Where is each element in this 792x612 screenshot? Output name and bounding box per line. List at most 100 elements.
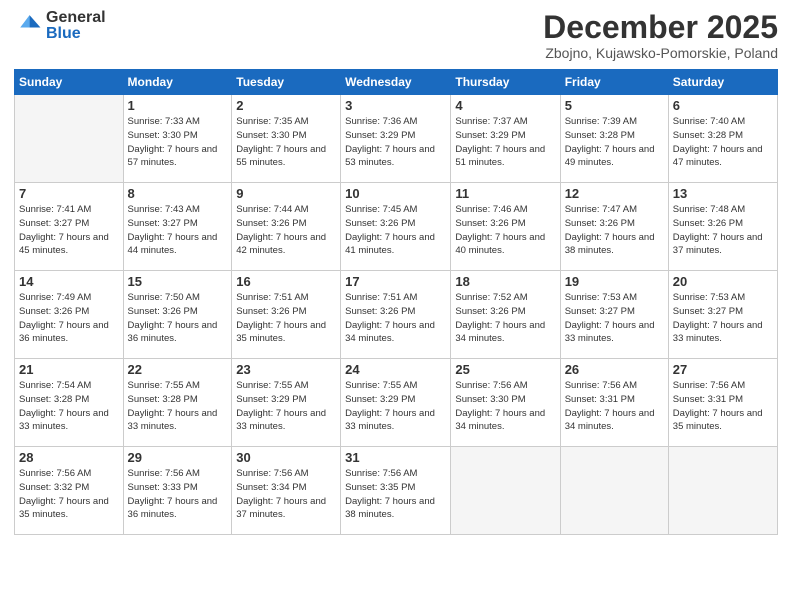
cell-week2-day6: 13Sunrise: 7:48 AM Sunset: 3:26 PM Dayli…	[668, 183, 777, 271]
day-number-8: 8	[128, 186, 228, 201]
day-detail-29: Sunrise: 7:56 AM Sunset: 3:33 PM Dayligh…	[128, 467, 228, 522]
day-number-5: 5	[565, 98, 664, 113]
cell-week1-day4: 4 Sunrise: 7:37 AM Sunset: 3:29 PM Daylig…	[451, 95, 560, 183]
col-friday: Friday	[560, 70, 668, 95]
cell-week5-day2: 30Sunrise: 7:56 AM Sunset: 3:34 PM Dayli…	[232, 447, 341, 535]
day-detail-6: Sunrise: 7:40 AM Sunset: 3:28 PM Dayligh…	[673, 115, 773, 170]
day-detail-30: Sunrise: 7:56 AM Sunset: 3:34 PM Dayligh…	[236, 467, 336, 522]
day-number-6: 6	[673, 98, 773, 113]
day-number-17: 17	[345, 274, 446, 289]
day-detail-18: Sunrise: 7:52 AM Sunset: 3:26 PM Dayligh…	[455, 291, 555, 346]
day-detail-28: Sunrise: 7:56 AM Sunset: 3:32 PM Dayligh…	[19, 467, 119, 522]
cell-week3-day0: 14Sunrise: 7:49 AM Sunset: 3:26 PM Dayli…	[15, 271, 124, 359]
logo-blue-label: Blue	[46, 26, 106, 42]
col-thursday: Thursday	[451, 70, 560, 95]
day-detail-27: Sunrise: 7:56 AM Sunset: 3:31 PM Dayligh…	[673, 379, 773, 434]
day-detail-20: Sunrise: 7:53 AM Sunset: 3:27 PM Dayligh…	[673, 291, 773, 346]
cell-week3-day6: 20 Sunrise: 7:53 AM Sunset: 3:27 PM Dayli…	[668, 271, 777, 359]
day-number-21: 21	[19, 362, 119, 377]
cell-week2-day5: 12Sunrise: 7:47 AM Sunset: 3:26 PM Dayli…	[560, 183, 668, 271]
day-number-12: 12	[565, 186, 664, 201]
day-detail-17: Sunrise: 7:51 AM Sunset: 3:26 PM Dayligh…	[345, 291, 446, 346]
header: General Blue December 2025 Zbojno, Kujaw…	[14, 10, 778, 61]
logo: General Blue	[14, 10, 106, 42]
day-detail-10: Sunrise: 7:45 AM Sunset: 3:26 PM Dayligh…	[345, 203, 446, 258]
day-number-26: 26	[565, 362, 664, 377]
day-detail-3: Sunrise: 7:36 AM Sunset: 3:29 PM Dayligh…	[345, 115, 446, 170]
week-row-3: 14Sunrise: 7:49 AM Sunset: 3:26 PM Dayli…	[15, 271, 778, 359]
day-detail-31: Sunrise: 7:56 AM Sunset: 3:35 PM Dayligh…	[345, 467, 446, 522]
day-number-20: 20	[673, 274, 773, 289]
cell-week1-day0	[15, 95, 124, 183]
cell-week1-day2: 2 Sunrise: 7:35 AM Sunset: 3:30 PM Daylig…	[232, 95, 341, 183]
day-detail-23: Sunrise: 7:55 AM Sunset: 3:29 PM Dayligh…	[236, 379, 336, 434]
cell-week1-day3: 3 Sunrise: 7:36 AM Sunset: 3:29 PM Daylig…	[341, 95, 451, 183]
location: Zbojno, Kujawsko-Pomorskie, Poland	[543, 45, 778, 61]
day-detail-2: Sunrise: 7:35 AM Sunset: 3:30 PM Dayligh…	[236, 115, 336, 170]
day-detail-21: Sunrise: 7:54 AM Sunset: 3:28 PM Dayligh…	[19, 379, 119, 434]
col-sunday: Sunday	[15, 70, 124, 95]
calendar-table: Sunday Monday Tuesday Wednesday Thursday…	[14, 69, 778, 535]
cell-week2-day3: 10 Sunrise: 7:45 AM Sunset: 3:26 PM Dayli…	[341, 183, 451, 271]
cell-week4-day3: 24Sunrise: 7:55 AM Sunset: 3:29 PM Dayli…	[341, 359, 451, 447]
month-title: December 2025	[543, 10, 778, 45]
cell-week1-day5: 5Sunrise: 7:39 AM Sunset: 3:28 PM Daylig…	[560, 95, 668, 183]
col-monday: Monday	[123, 70, 232, 95]
cell-week5-day5	[560, 447, 668, 535]
cell-week3-day4: 18Sunrise: 7:52 AM Sunset: 3:26 PM Dayli…	[451, 271, 560, 359]
day-detail-9: Sunrise: 7:44 AM Sunset: 3:26 PM Dayligh…	[236, 203, 336, 258]
day-detail-25: Sunrise: 7:56 AM Sunset: 3:30 PM Dayligh…	[455, 379, 555, 434]
day-number-15: 15	[128, 274, 228, 289]
day-number-23: 23	[236, 362, 336, 377]
col-tuesday: Tuesday	[232, 70, 341, 95]
day-number-16: 16	[236, 274, 336, 289]
cell-week1-day1: 1 Sunrise: 7:33 AM Sunset: 3:30 PM Daylig…	[123, 95, 232, 183]
day-number-2: 2	[236, 98, 336, 113]
day-detail-1: Sunrise: 7:33 AM Sunset: 3:30 PM Dayligh…	[128, 115, 228, 170]
day-number-1: 1	[128, 98, 228, 113]
cell-week3-day5: 19 Sunrise: 7:53 AM Sunset: 3:27 PM Dayli…	[560, 271, 668, 359]
day-detail-4: Sunrise: 7:37 AM Sunset: 3:29 PM Dayligh…	[455, 115, 555, 170]
day-detail-19: Sunrise: 7:53 AM Sunset: 3:27 PM Dayligh…	[565, 291, 664, 346]
day-detail-24: Sunrise: 7:55 AM Sunset: 3:29 PM Dayligh…	[345, 379, 446, 434]
col-wednesday: Wednesday	[341, 70, 451, 95]
cell-week5-day3: 31 Sunrise: 7:56 AM Sunset: 3:35 PM Dayli…	[341, 447, 451, 535]
day-number-7: 7	[19, 186, 119, 201]
cell-week5-day4	[451, 447, 560, 535]
cell-week4-day2: 23 Sunrise: 7:55 AM Sunset: 3:29 PM Dayli…	[232, 359, 341, 447]
day-number-22: 22	[128, 362, 228, 377]
day-detail-14: Sunrise: 7:49 AM Sunset: 3:26 PM Dayligh…	[19, 291, 119, 346]
cell-week4-day6: 27Sunrise: 7:56 AM Sunset: 3:31 PM Dayli…	[668, 359, 777, 447]
cell-week5-day6	[668, 447, 777, 535]
cell-week4-day4: 25 Sunrise: 7:56 AM Sunset: 3:30 PM Dayli…	[451, 359, 560, 447]
title-block: December 2025 Zbojno, Kujawsko-Pomorskie…	[543, 10, 778, 61]
day-number-29: 29	[128, 450, 228, 465]
day-number-10: 10	[345, 186, 446, 201]
day-detail-15: Sunrise: 7:50 AM Sunset: 3:26 PM Dayligh…	[128, 291, 228, 346]
day-detail-16: Sunrise: 7:51 AM Sunset: 3:26 PM Dayligh…	[236, 291, 336, 346]
cell-week2-day2: 9Sunrise: 7:44 AM Sunset: 3:26 PM Daylig…	[232, 183, 341, 271]
day-number-3: 3	[345, 98, 446, 113]
day-number-19: 19	[565, 274, 664, 289]
week-row-1: 1 Sunrise: 7:33 AM Sunset: 3:30 PM Daylig…	[15, 95, 778, 183]
col-saturday: Saturday	[668, 70, 777, 95]
day-detail-26: Sunrise: 7:56 AM Sunset: 3:31 PM Dayligh…	[565, 379, 664, 434]
day-detail-7: Sunrise: 7:41 AM Sunset: 3:27 PM Dayligh…	[19, 203, 119, 258]
week-row-2: 7 Sunrise: 7:41 AM Sunset: 3:27 PM Daylig…	[15, 183, 778, 271]
page: General Blue December 2025 Zbojno, Kujaw…	[0, 0, 792, 612]
day-detail-11: Sunrise: 7:46 AM Sunset: 3:26 PM Dayligh…	[455, 203, 555, 258]
day-number-4: 4	[455, 98, 555, 113]
day-number-31: 31	[345, 450, 446, 465]
day-number-28: 28	[19, 450, 119, 465]
cell-week4-day1: 22Sunrise: 7:55 AM Sunset: 3:28 PM Dayli…	[123, 359, 232, 447]
day-number-11: 11	[455, 186, 555, 201]
week-row-4: 21 Sunrise: 7:54 AM Sunset: 3:28 PM Dayli…	[15, 359, 778, 447]
week-row-5: 28 Sunrise: 7:56 AM Sunset: 3:32 PM Dayli…	[15, 447, 778, 535]
day-number-25: 25	[455, 362, 555, 377]
cell-week4-day5: 26 Sunrise: 7:56 AM Sunset: 3:31 PM Dayli…	[560, 359, 668, 447]
logo-text: General Blue	[46, 10, 106, 42]
day-number-13: 13	[673, 186, 773, 201]
cell-week1-day6: 6 Sunrise: 7:40 AM Sunset: 3:28 PM Daylig…	[668, 95, 777, 183]
cell-week3-day3: 17 Sunrise: 7:51 AM Sunset: 3:26 PM Dayli…	[341, 271, 451, 359]
cell-week2-day0: 7 Sunrise: 7:41 AM Sunset: 3:27 PM Daylig…	[15, 183, 124, 271]
